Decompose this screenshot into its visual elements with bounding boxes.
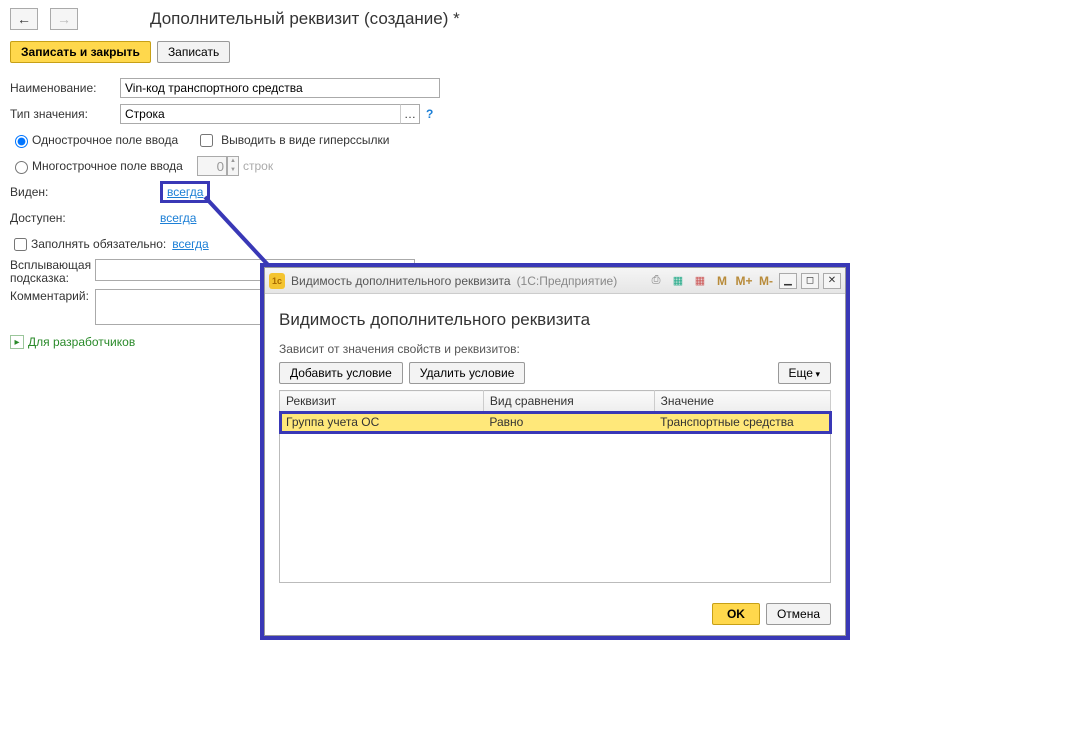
name-input[interactable] [120,78,440,98]
table-row[interactable]: Группа учета ОС Равно Транспортные средс… [280,412,831,433]
dev-expand-icon[interactable]: ▸ [10,335,24,349]
dialog-titlebar-text: Видимость дополнительного реквизита [291,274,511,288]
calc-icon[interactable]: ▦ [669,272,687,290]
table-empty-area [279,433,831,583]
ok-button[interactable]: OK [712,603,760,625]
visible-link[interactable]: всегда [167,185,203,199]
conditions-table: Реквизит Вид сравнения Значение Группа у… [279,390,831,433]
hyperlink-label: Выводить в виде гиперссылки [221,133,389,147]
multi-line-radio[interactable] [15,161,28,174]
page-title: Дополнительный реквизит (создание) * [150,9,460,29]
visibility-dialog-wrap: 1c Видимость дополнительного реквизита (… [260,263,850,640]
dialog-titlebar-sub: (1С:Предприятие) [517,274,618,288]
required-label: Заполнять обязательно: [31,237,166,251]
required-checkbox[interactable] [14,238,27,251]
nav-back-button[interactable]: ← [10,8,38,30]
type-label: Тип значения: [10,107,120,121]
available-link[interactable]: всегда [160,211,196,225]
col-cmp: Вид сравнения [483,391,654,412]
single-line-radio[interactable] [15,135,28,148]
visible-label: Виден: [10,185,160,199]
add-condition-button[interactable]: Добавить условие [279,362,403,384]
type-input[interactable] [120,104,400,124]
memory-mplus-button[interactable]: M+ [735,272,753,290]
cell-cmp: Равно [483,412,654,433]
available-label: Доступен: [10,211,160,225]
dialog-heading: Видимость дополнительного реквизита [279,310,831,330]
tooltip-label: Всплывающая подсказка: [10,259,95,285]
type-ellipsis-button[interactable]: … [400,104,420,124]
more-button[interactable]: Еще [778,362,831,384]
dev-link[interactable]: Для разработчиков [28,335,135,349]
visible-highlight: всегда [160,181,210,203]
depends-label: Зависит от значения свойств и реквизитов… [279,342,831,356]
minimize-icon[interactable]: ▁ [779,273,797,289]
nav-forward-button[interactable]: → [50,8,78,30]
calendar-icon[interactable]: ▦ [691,272,709,290]
delete-condition-button[interactable]: Удалить условие [409,362,526,384]
app-1c-icon: 1c [269,273,285,289]
multi-line-label: Многострочное поле ввода [32,159,197,173]
maximize-icon[interactable]: ◻ [801,273,819,289]
col-val: Значение [654,391,830,412]
lines-spinner-buttons: ▲▼ [227,156,239,176]
close-icon[interactable]: ✕ [823,273,841,289]
cancel-button[interactable]: Отмена [766,603,831,625]
lines-spinner [197,156,227,176]
save-and-close-button[interactable]: Записать и закрыть [10,41,151,63]
memory-m-button[interactable]: M [713,272,731,290]
help-icon[interactable]: ? [426,107,433,121]
print-icon[interactable]: ⎙ [647,272,665,290]
cell-attr: Группа учета ОС [280,412,484,433]
dialog-titlebar: 1c Видимость дополнительного реквизита (… [265,268,845,294]
required-link[interactable]: всегда [172,237,208,251]
lines-word: строк [243,159,273,173]
comment-label: Комментарий: [10,289,95,303]
cell-val: Транспортные средства [654,412,830,433]
hyperlink-checkbox[interactable] [200,134,213,147]
single-line-label: Однострочное поле ввода [32,133,178,147]
save-button[interactable]: Записать [157,41,230,63]
col-attr: Реквизит [280,391,484,412]
memory-mminus-button[interactable]: M- [757,272,775,290]
name-label: Наименование: [10,81,120,95]
